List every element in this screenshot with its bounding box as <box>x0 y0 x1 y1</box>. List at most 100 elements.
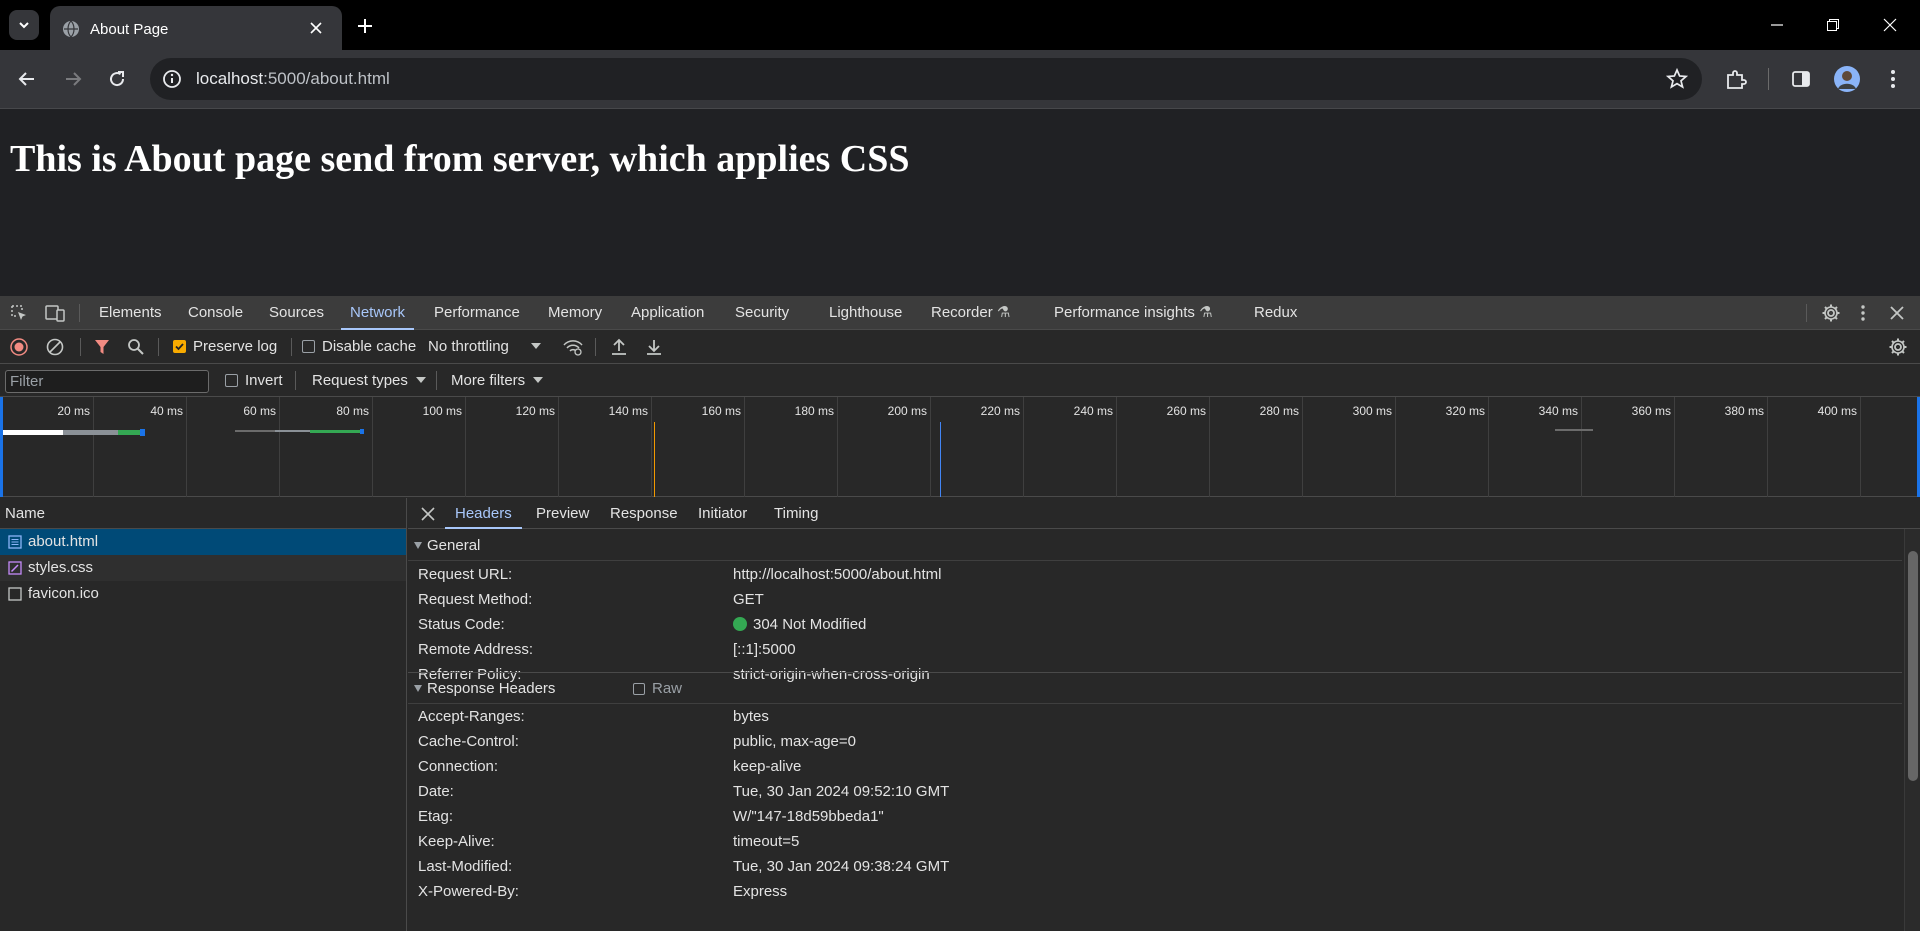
request-name: favicon.ico <box>28 585 99 602</box>
device-toolbar-icon[interactable] <box>45 304 65 322</box>
header-row: Accept-Ranges: bytes <box>418 704 769 729</box>
header-value[interactable]: Tue, 30 Jan 2024 09:52:10 GMT <box>733 783 949 800</box>
restore-button[interactable] <box>1820 12 1846 38</box>
tab-performance-insights[interactable]: Performance insights ⚗ <box>1054 296 1213 330</box>
preserve-log-checkbox[interactable]: Preserve log <box>173 330 277 364</box>
back-button[interactable] <box>13 65 41 93</box>
close-devtools-icon[interactable] <box>1890 305 1904 321</box>
flask-icon: ⚗ <box>996 304 1011 321</box>
devtools-menu-icon[interactable] <box>1861 304 1865 322</box>
invert-checkbox[interactable]: Invert <box>225 364 283 397</box>
header-value[interactable]: public, max-age=0 <box>733 733 856 750</box>
header-name: Keep-Alive: <box>418 833 495 850</box>
tab-network[interactable]: Network <box>341 296 415 330</box>
forward-button[interactable] <box>59 65 87 93</box>
arrow-right-icon <box>66 72 82 86</box>
timeline-tick-label: 80 ms <box>336 404 369 418</box>
header-value[interactable]: bytes <box>733 708 769 725</box>
timeline-tick-label: 4 <box>1890 404 1920 418</box>
request-row-favicon[interactable]: favicon.ico <box>0 581 406 607</box>
request-detail-panel: Headers Preview Response Initiator Timin… <box>408 498 1920 931</box>
general-section-header[interactable]: General <box>408 530 1902 561</box>
tab-memory[interactable]: Memory <box>548 296 602 330</box>
tab-search-button[interactable] <box>9 10 39 40</box>
tab-preview[interactable]: Preview <box>536 498 589 529</box>
tab-sources[interactable]: Sources <box>269 296 324 330</box>
header-value[interactable]: keep-alive <box>733 758 801 775</box>
throttling-select[interactable]: No throttling <box>428 330 541 364</box>
tab-elements[interactable]: Elements <box>99 296 162 330</box>
url-text[interactable]: localhost:5000/about.html <box>196 69 390 89</box>
network-settings-gear-icon[interactable] <box>1888 337 1908 357</box>
address-bar[interactable]: localhost:5000/about.html <box>150 58 1702 100</box>
close-tab-icon[interactable] <box>306 18 326 38</box>
network-overview-timeline[interactable]: 20 ms 40 ms 60 ms 80 ms 100 ms 120 ms 140 ms 16… <box>0 397 1920 497</box>
reload-button[interactable] <box>103 65 131 93</box>
side-panel-button[interactable] <box>1787 65 1815 93</box>
header-value[interactable]: 304 Not Modified <box>753 616 866 633</box>
tab-initiator[interactable]: Initiator <box>698 498 747 529</box>
detail-scrollbar[interactable] <box>1904 529 1920 931</box>
tab-lighthouse[interactable]: Lighthouse <box>829 296 902 330</box>
filter-input[interactable]: Filter <box>5 370 209 393</box>
scrollbar-thumb[interactable] <box>1908 551 1918 781</box>
tab-console[interactable]: Console <box>188 296 243 330</box>
timeline-gridline <box>1209 397 1210 497</box>
puzzle-icon <box>1727 70 1747 89</box>
site-info-icon[interactable] <box>162 69 182 89</box>
header-value[interactable]: Express <box>733 883 787 900</box>
tab-application[interactable]: Application <box>631 296 704 330</box>
header-value[interactable]: W/"147-18d59bbeda1" <box>733 808 884 825</box>
timeline-gridline <box>1767 397 1768 497</box>
disable-cache-checkbox[interactable]: Disable cache <box>302 330 416 364</box>
browser-tab[interactable]: About Page <box>50 6 342 50</box>
tab-response[interactable]: Response <box>610 498 678 529</box>
document-file-icon <box>8 535 22 549</box>
inspect-element-icon[interactable] <box>10 304 28 322</box>
header-value[interactable]: http://localhost:5000/about.html <box>733 566 941 583</box>
minimize-button[interactable] <box>1764 12 1790 38</box>
stop-recording-icon[interactable] <box>10 338 28 356</box>
name-column-header[interactable]: Name <box>0 498 406 529</box>
timeline-gridline <box>744 397 745 497</box>
tab-recorder[interactable]: Recorder ⚗ <box>931 296 1010 330</box>
load-event-marker <box>940 422 941 497</box>
header-value[interactable]: Tue, 30 Jan 2024 09:38:24 GMT <box>733 858 949 875</box>
close-icon <box>1883 18 1897 32</box>
response-headers-section-header[interactable]: Response Headers Raw <box>408 673 1902 704</box>
timeline-gridline <box>1860 397 1861 497</box>
timeline-gridline <box>1116 397 1117 497</box>
expand-triangle-icon <box>414 685 422 692</box>
timeline-gridline <box>465 397 466 497</box>
close-window-button[interactable] <box>1877 12 1903 38</box>
filter-funnel-icon[interactable] <box>94 339 110 355</box>
request-row-about-html[interactable]: about.html <box>0 529 406 555</box>
timeline-gridline <box>372 397 373 497</box>
bookmark-star-icon[interactable] <box>1666 68 1688 90</box>
header-value[interactable]: GET <box>733 591 764 608</box>
new-tab-button[interactable] <box>352 13 378 39</box>
export-har-icon[interactable] <box>646 338 662 356</box>
tab-timing[interactable]: Timing <box>774 498 818 529</box>
request-types-dropdown[interactable]: Request types <box>312 364 426 397</box>
tab-performance[interactable]: Performance <box>434 296 520 330</box>
settings-gear-icon[interactable] <box>1821 303 1841 323</box>
clear-icon[interactable] <box>46 338 64 356</box>
header-value[interactable]: timeout=5 <box>733 833 799 850</box>
header-value[interactable]: [::1]:5000 <box>733 641 796 658</box>
profile-avatar[interactable] <box>1833 65 1861 93</box>
raw-checkbox[interactable]: Raw <box>633 673 682 704</box>
tab-headers[interactable]: Headers <box>445 498 522 529</box>
more-filters-dropdown[interactable]: More filters <box>451 364 544 397</box>
close-detail-icon[interactable] <box>421 507 435 521</box>
tab-redux[interactable]: Redux <box>1254 296 1297 330</box>
timeline-left-handle[interactable] <box>0 397 3 497</box>
browser-menu-button[interactable] <box>1879 65 1907 93</box>
extensions-button[interactable] <box>1722 65 1750 93</box>
search-icon[interactable] <box>127 338 145 356</box>
request-row-styles-css[interactable]: styles.css <box>0 555 406 581</box>
devtools-panel: Elements Console Sources Network Perform… <box>0 296 1920 931</box>
network-conditions-icon[interactable] <box>563 338 583 356</box>
import-har-icon[interactable] <box>611 338 627 356</box>
tab-security[interactable]: Security <box>735 296 789 330</box>
